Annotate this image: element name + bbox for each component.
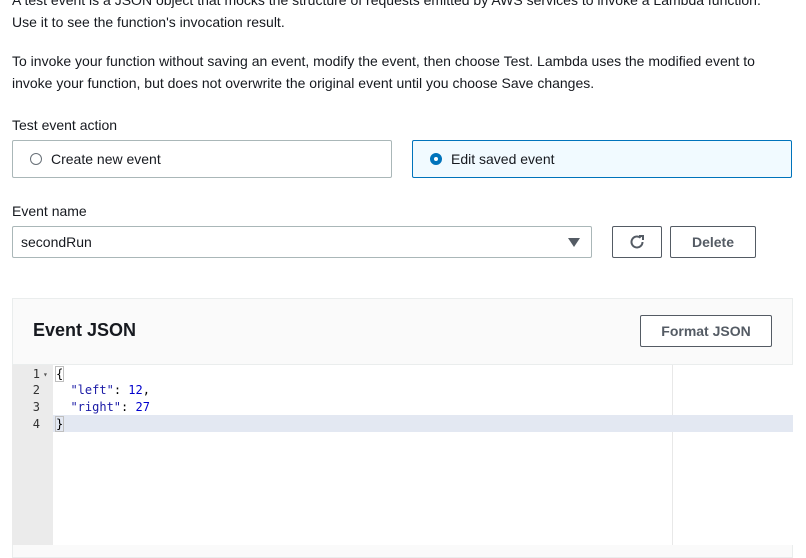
json-key: "right" <box>70 400 122 414</box>
json-comma: , <box>142 383 150 397</box>
intro-paragraph: A test event is a JSON object that mocks… <box>12 0 792 33</box>
event-name-label: Event name <box>12 203 87 219</box>
event-json-title: Event JSON <box>33 320 137 340</box>
close-brace: } <box>54 416 65 432</box>
radio-create-new-event[interactable]: Create new event <box>12 140 392 178</box>
intro-line-2: Use it to see the function's invocation … <box>12 14 285 30</box>
line-number: 2 <box>32 383 40 397</box>
line-number: 4 <box>32 417 40 431</box>
line-number: 1 <box>32 367 40 381</box>
radio-label-create-new: Create new event <box>51 151 161 167</box>
intro-line-1: A test event is a JSON object that mocks… <box>12 0 761 8</box>
radio-label-edit-saved: Edit saved event <box>451 151 555 167</box>
open-brace: { <box>54 366 65 382</box>
text-cursor <box>63 416 65 430</box>
format-json-button[interactable]: Format JSON <box>640 315 772 347</box>
code-line: 2 "left": 12, <box>12 382 793 399</box>
test-event-action-label: Test event action <box>12 117 118 133</box>
event-name-select[interactable]: secondRun <box>12 226 592 258</box>
json-key: "left" <box>70 383 114 397</box>
code-line: 1 ▾ { <box>12 366 793 383</box>
json-code-editor[interactable]: 1 ▾ { 2 "left": 12, 3 "right": 27 4 } <box>12 364 793 545</box>
radio-edit-saved-event[interactable]: Edit saved event <box>412 140 792 178</box>
code-line: 4 } <box>12 416 793 433</box>
delete-button[interactable]: Delete <box>670 226 756 258</box>
event-name-value: secondRun <box>21 234 92 250</box>
radio-button-selected-icon[interactable] <box>430 153 442 165</box>
line-number: 3 <box>32 400 40 414</box>
caret-down-icon <box>568 238 580 247</box>
refresh-button[interactable] <box>612 226 662 258</box>
json-value: 27 <box>135 400 150 414</box>
intro-paragraph-2: To invoke your function without saving a… <box>12 53 755 91</box>
code-line: 3 "right": 27 <box>12 399 793 416</box>
json-value: 12 <box>128 383 143 397</box>
radio-button-icon[interactable] <box>30 153 42 165</box>
refresh-icon <box>630 235 644 249</box>
fold-arrow-icon[interactable]: ▾ <box>43 366 48 383</box>
